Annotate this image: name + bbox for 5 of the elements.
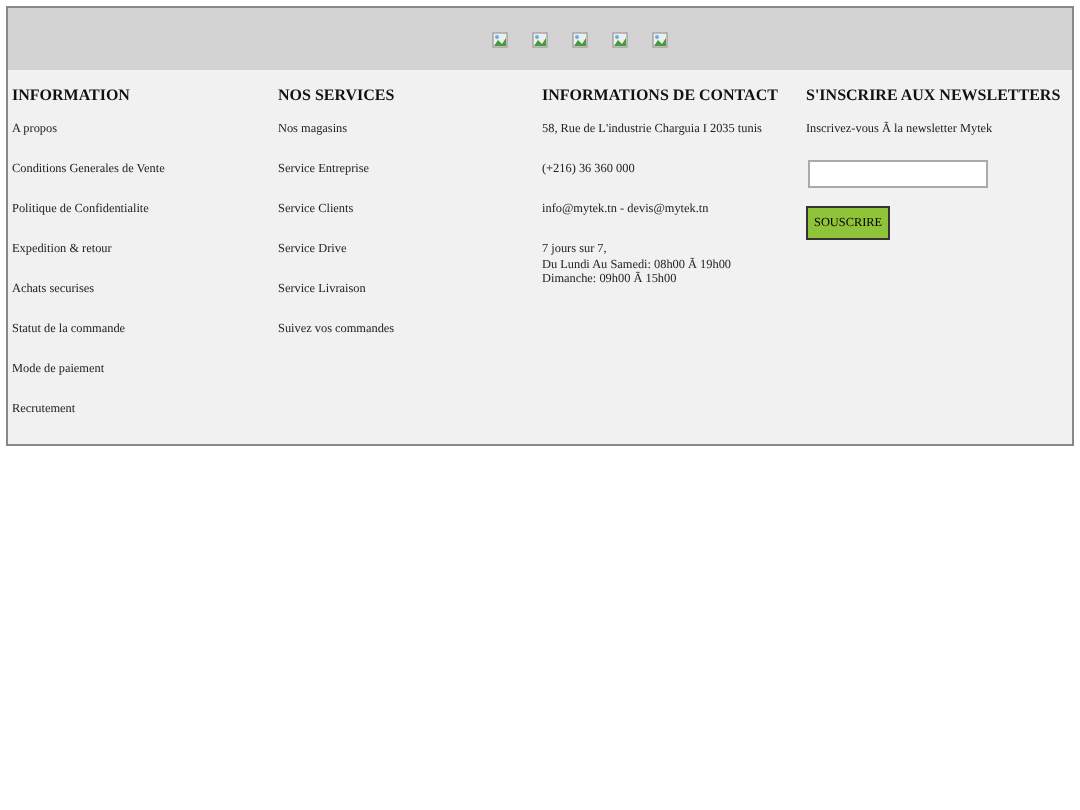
email-field[interactable]: [808, 160, 988, 189]
column-title: INFORMATIONS DE CONTACT: [542, 86, 778, 104]
column-title: INFORMATION: [12, 86, 130, 104]
column-title: NOS SERVICES: [278, 86, 395, 104]
column-title: S'INSCRIRE AUX NEWSLETTERS: [806, 86, 1061, 104]
